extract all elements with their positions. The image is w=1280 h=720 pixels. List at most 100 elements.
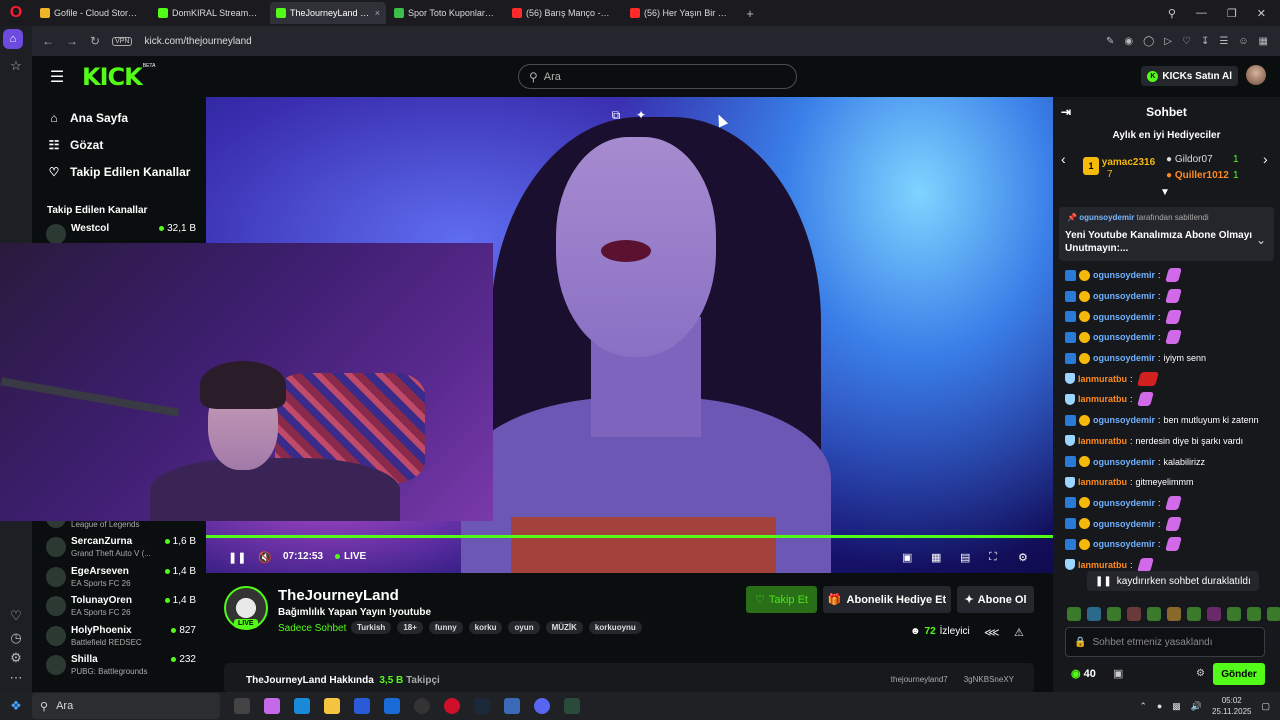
gift-icon[interactable]: ▣ [1113,667,1123,680]
close-window-button[interactable]: ✕ [1257,7,1266,20]
chat-username[interactable]: ogunsoydemir [1093,353,1155,363]
gifter-2[interactable]: ● Gildor07 [1166,154,1213,165]
followed-channel[interactable]: Shilla PUBG: Battlegrounds 232 [46,653,200,681]
star-icon[interactable]: ☆ [0,52,32,80]
stream-tag[interactable]: korku [468,621,503,634]
profile-icon[interactable]: ☺ [1238,36,1248,47]
share-icon[interactable]: ⋘ [984,626,1000,639]
forward-icon[interactable]: → [66,34,78,48]
followed-channel[interactable]: SercanZurna Grand Theft Auto V (... 1,6 B [46,535,200,563]
followed-channel[interactable]: HolyPhoenix Battlefield REDSEC 827 [46,624,200,652]
volume-icon[interactable]: 🔊 [1191,701,1202,712]
user-avatar[interactable] [1246,65,1266,85]
new-tab-button[interactable]: + [740,6,760,21]
chat-username[interactable]: ogunsoydemir [1093,539,1155,549]
chat-username[interactable]: lanmuratbu [1078,560,1127,570]
channel-points[interactable]: ◉ 40 [1071,667,1096,681]
emote-bar[interactable] [1067,607,1280,621]
outlook-icon[interactable] [384,698,400,714]
follow-button[interactable]: ♡ Takip Et [746,586,817,613]
tray-expand-icon[interactable]: ⌃ [1139,701,1147,712]
chat-message[interactable]: ogunsoydemir: [1065,327,1277,348]
chat-message[interactable]: lanmuratbu: [1065,389,1277,410]
clock[interactable]: 05:02 25.11.2025 [1212,695,1251,717]
download-icon[interactable]: ↧ [1201,36,1209,47]
buy-kicks-button[interactable]: K KICKs Satın Al [1141,66,1238,86]
chat-settings-icon[interactable]: ⚙ [1196,668,1205,679]
chat-message[interactable]: ogunsoydemir: kalabilirizz [1065,451,1277,472]
pause-button[interactable]: ❚❚ [228,551,246,564]
top-gifter[interactable]: 1 yamac2316 7 [1083,157,1155,180]
chat-message[interactable]: lanmuratbu: gitmeyelimmm [1065,472,1277,493]
chat-input-box[interactable]: 🔒 [1065,627,1265,657]
browser-tab[interactable]: Spor Toto Kuponlarım - B [388,2,504,24]
game-icon[interactable] [504,698,520,714]
gifter-3[interactable]: ● Quiller1012 [1166,170,1229,181]
settings-icon[interactable]: ⚙ [1018,551,1028,564]
browser-tab[interactable]: TheJourneyLand Stream -× [270,2,386,24]
chat-message[interactable]: ogunsoydemir: ben mutluyum ki zatenn [1065,410,1277,431]
chat-username[interactable]: lanmuratbu [1078,374,1127,384]
instagram-link[interactable]: thejourneyland7 [891,675,948,684]
chat-username[interactable]: lanmuratbu [1078,436,1127,446]
prev-icon[interactable]: ‹ [1061,151,1066,167]
search-input[interactable] [543,70,764,83]
more-icon[interactable]: ⋯ [0,664,32,692]
followed-channel[interactable]: EgeArseven EA Sports FC 26 1,4 B [46,565,200,593]
chat-message[interactable]: lanmuratbu: [1065,368,1277,389]
clip-icon[interactable]: ▦ [931,551,941,564]
nav-item[interactable]: ♡ Takip Edilen Kanallar [32,158,206,185]
chat-username[interactable]: ogunsoydemir [1093,519,1155,529]
chat-message[interactable]: ogunsoydemir: [1065,265,1277,286]
chat-message[interactable]: ogunsoydemir: iyiym senn [1065,348,1277,369]
taskbar-search[interactable]: ⚲ [32,693,220,719]
chat-message[interactable]: ogunsoydemir: [1065,286,1277,307]
app-icon[interactable] [414,698,430,714]
mic-icon[interactable]: ● [1157,701,1162,711]
browser-tab[interactable]: Gofile - Cloud Storage Ma [34,2,150,24]
stream-tag[interactable]: funny [428,621,463,634]
menu-icon[interactable]: ☰ [1219,36,1228,47]
opera-logo-icon[interactable]: O [0,0,32,26]
gift-subscription-button[interactable]: 🎁 Abonelik Hediye Et [823,586,951,613]
discord-icon[interactable] [534,698,550,714]
heart-icon[interactable]: ♡ [1182,36,1191,47]
steam-icon[interactable] [474,698,490,714]
picture-in-picture-icon[interactable]: ⧉ [608,107,624,123]
sparkle-icon[interactable]: ✦ [633,107,649,123]
collapse-chat-icon[interactable]: ⇥ [1061,105,1071,119]
report-icon[interactable]: ⚠ [1014,626,1024,639]
search-tabs-icon[interactable]: ⚲ [1168,7,1176,20]
back-icon[interactable]: ← [42,34,54,48]
chat-message[interactable]: ogunsoydemir: [1065,534,1277,555]
chat-username[interactable]: ogunsoydemir [1093,332,1155,342]
notification-icon[interactable]: ▢ [1261,701,1270,712]
browser-tab[interactable]: (56) Barış Manço - Dönen [506,2,622,24]
home-icon[interactable]: ⌂ [3,29,23,49]
vpn-badge[interactable]: VPN [112,36,133,46]
expand-icon[interactable]: ▼ [1160,187,1170,198]
chat-message[interactable]: ogunsoydemir: [1065,306,1277,327]
stream-tag[interactable]: oyun [508,621,540,634]
chat-username[interactable]: lanmuratbu [1078,394,1127,404]
windows-start-icon[interactable]: ❖ [0,698,32,714]
chat-username[interactable]: ogunsoydemir [1093,415,1155,425]
chat-message[interactable]: ogunsoydemir: [1065,493,1277,514]
chevron-down-icon[interactable]: ⌄ [1256,233,1266,247]
chat-username[interactable]: ogunsoydemir [1093,312,1155,322]
chat-username[interactable]: ogunsoydemir [1093,457,1155,467]
nav-item[interactable]: ☷ Gözat [32,131,206,158]
edge-icon[interactable] [294,698,310,714]
chat-username[interactable]: ogunsoydemir [1093,291,1155,301]
terminal-icon[interactable] [564,698,580,714]
theatre-mode-icon[interactable]: ▣ [902,551,912,564]
stream-category[interactable]: Sadece Sohbet [278,623,346,634]
chat-username[interactable]: lanmuratbu [1078,477,1127,487]
stream-tag[interactable]: MÜZİK [545,621,583,634]
kick-logo[interactable]: KICKBETA [82,63,155,91]
minimize-button[interactable]: — [1196,7,1207,19]
extensions-icon[interactable]: ▦ [1259,36,1268,47]
browser-tab[interactable]: DomKIRAL Stream - Watc [152,2,268,24]
chat-message[interactable]: lanmuratbu: nerdesin diye bi şarkı vardı [1065,431,1277,452]
play-icon[interactable]: ▷ [1164,36,1172,47]
